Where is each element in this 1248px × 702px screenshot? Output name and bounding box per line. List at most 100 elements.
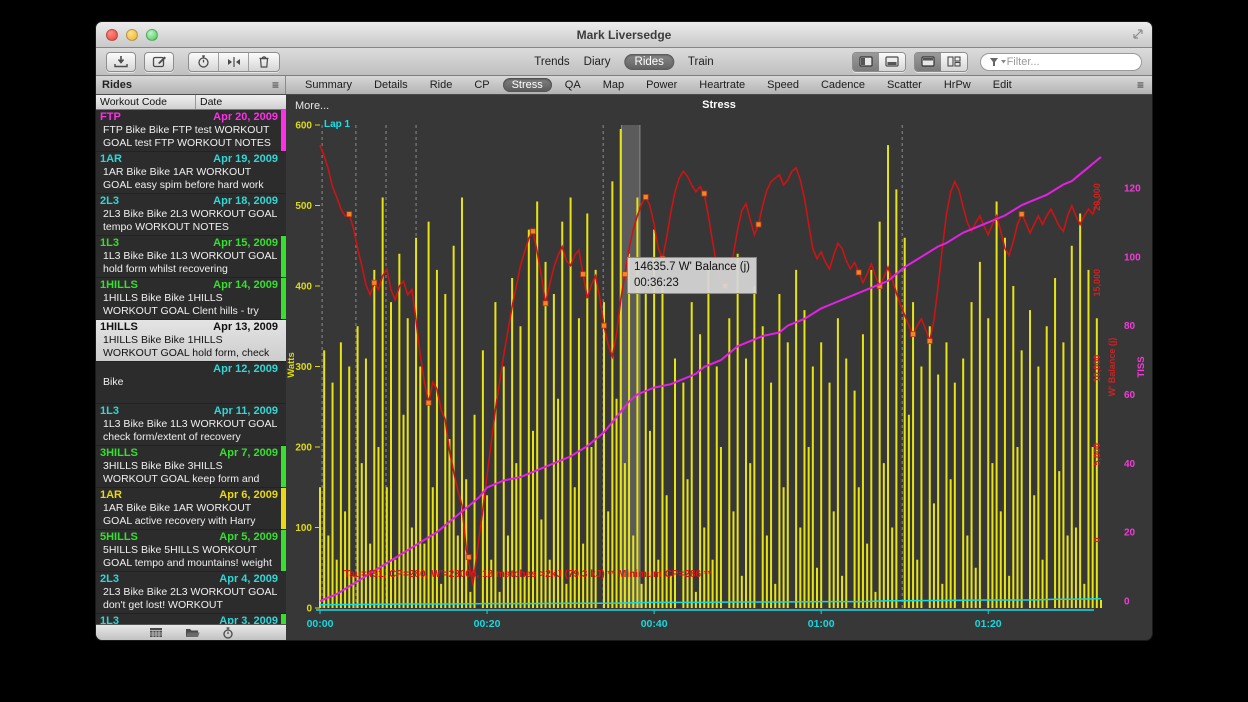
split-ride-button[interactable] bbox=[219, 53, 249, 71]
ride-description: 1HILLS Bike Bike 1HILLS WORKOUT GOAL Cle… bbox=[100, 292, 278, 318]
delete-ride-button[interactable] bbox=[249, 53, 279, 71]
ride-description: FTP Bike Bike FTP test WORKOUT GOAL test… bbox=[100, 124, 278, 150]
svg-text:01:20: 01:20 bbox=[975, 618, 1002, 630]
fullscreen-icon[interactable] bbox=[1132, 28, 1144, 40]
workout-code: 1AR bbox=[100, 153, 122, 166]
chart-tab-speed[interactable]: Speed bbox=[758, 78, 808, 92]
intervals-button[interactable] bbox=[189, 53, 219, 71]
svg-text:100: 100 bbox=[295, 523, 312, 534]
interval-stopwatch-icon[interactable] bbox=[222, 627, 234, 639]
chart-tab-heartrate[interactable]: Heartrate bbox=[690, 78, 754, 92]
chart-tab-cadence[interactable]: Cadence bbox=[812, 78, 874, 92]
ride-row[interactable]: 1ARApr 6, 20091AR Bike Bike 1AR WORKOUT … bbox=[96, 488, 286, 530]
sidebar-toolbar bbox=[96, 624, 286, 640]
chart-tab-hrpw[interactable]: HrPw bbox=[935, 78, 980, 92]
ride-row[interactable]: Apr 12, 2009Bike bbox=[96, 362, 286, 404]
tools-button-group bbox=[188, 52, 280, 72]
right-controls bbox=[852, 52, 1142, 72]
workout-code: FTP bbox=[100, 111, 121, 124]
svg-text:Watts: Watts bbox=[286, 352, 297, 378]
chart-menu-icon[interactable]: ≡ bbox=[1129, 78, 1152, 92]
ride-row[interactable]: 1L3Apr 15, 20091L3 Bike Bike 1L3 WORKOUT… bbox=[96, 236, 286, 278]
ride-description: 2L3 Bike Bike 2L3 WORKOUT GOAL tempo WOR… bbox=[100, 208, 278, 234]
ride-row[interactable]: 3HILLSApr 7, 20093HILLS Bike Bike 3HILLS… bbox=[96, 446, 286, 488]
stopwatch-icon bbox=[197, 55, 210, 68]
stress-chart[interactable]: 0100200300400500600Watts05,00010,00015,0… bbox=[286, 95, 1152, 640]
tiled-windows-icon bbox=[947, 56, 961, 67]
chart-title: Stress bbox=[286, 99, 1152, 111]
app-window: Mark Liversedge TrendsDiaryRidesTrain bbox=[96, 22, 1152, 640]
chart-tab-scatter[interactable]: Scatter bbox=[878, 78, 931, 92]
ride-date: Apr 11, 2009 bbox=[214, 405, 278, 418]
chart-tab-ride[interactable]: Ride bbox=[421, 78, 462, 92]
ride-description: 3HILLS Bike Bike 3HILLS WORKOUT GOAL kee… bbox=[100, 460, 278, 486]
svg-text:20: 20 bbox=[1124, 528, 1136, 539]
download-button[interactable] bbox=[106, 52, 136, 72]
folder-icon[interactable] bbox=[185, 627, 200, 638]
list-column-header: Workout Code Date bbox=[96, 95, 286, 110]
view-tab-diary[interactable]: Diary bbox=[584, 56, 611, 68]
ride-date: Apr 3, 2009 bbox=[219, 615, 278, 624]
view-tab-train[interactable]: Train bbox=[688, 56, 714, 68]
ride-row[interactable]: 1L3 Apr 3, 2009 bbox=[96, 614, 286, 624]
chart-tab-power[interactable]: Power bbox=[637, 78, 686, 92]
workout-code: 2L3 bbox=[100, 195, 119, 208]
ride-description: 5HILLS Bike 5HILLS WORKOUT GOAL tempo an… bbox=[100, 544, 278, 570]
ride-description: 1L3 Bike Bike 1L3 WORKOUT GOAL check for… bbox=[100, 418, 278, 444]
workout-code: 1HILLS bbox=[100, 279, 138, 292]
filter-field[interactable] bbox=[980, 53, 1142, 71]
sidebar-menu-icon[interactable]: ≡ bbox=[272, 78, 279, 92]
minimize-window-button[interactable] bbox=[126, 29, 138, 41]
calendar-icon[interactable] bbox=[149, 627, 163, 638]
chart-tab-map[interactable]: Map bbox=[594, 78, 633, 92]
ride-row[interactable]: 2L3Apr 18, 20092L3 Bike Bike 2L3 WORKOUT… bbox=[96, 194, 286, 236]
ride-date: Apr 6, 2009 bbox=[219, 489, 278, 502]
ride-row[interactable]: 1HILLS Apr 14, 20091HILLS Bike Bike 1HILL… bbox=[96, 278, 286, 320]
svg-text:80: 80 bbox=[1124, 321, 1136, 332]
view-tab-trends[interactable]: Trends bbox=[534, 56, 569, 68]
ride-row[interactable]: FTPApr 20, 2009FTP Bike Bike FTP test WO… bbox=[96, 110, 286, 152]
single-view-button[interactable] bbox=[915, 53, 941, 71]
filter-input[interactable] bbox=[1007, 56, 1133, 68]
ride-row[interactable]: 5HILLSApr 5, 20095HILLS Bike 5HILLS WORK… bbox=[96, 530, 286, 572]
svg-text:0: 0 bbox=[1124, 597, 1130, 608]
close-window-button[interactable] bbox=[106, 29, 118, 41]
tiled-view-button[interactable] bbox=[941, 53, 967, 71]
split-arrows-icon bbox=[227, 56, 241, 68]
column-workout-code[interactable]: Workout Code bbox=[96, 95, 196, 109]
chart-tab-details[interactable]: Details bbox=[365, 78, 417, 92]
svg-text:10,000: 10,000 bbox=[1092, 355, 1102, 383]
ride-description: Bike bbox=[100, 376, 278, 402]
workout-code: 1L3 bbox=[100, 615, 119, 624]
ride-description: 1HILLS Bike Bike 1HILLS WORKOUT GOAL hol… bbox=[100, 334, 278, 360]
ride-row[interactable]: 1ARApr 19, 20091AR Bike Bike 1AR WORKOUT… bbox=[96, 152, 286, 194]
chart-tab-cp[interactable]: CP bbox=[465, 78, 498, 92]
svg-text:15,000: 15,000 bbox=[1092, 269, 1102, 297]
svg-text:300: 300 bbox=[295, 362, 312, 373]
column-date[interactable]: Date bbox=[196, 95, 286, 109]
chart-tab-summary[interactable]: Summary bbox=[296, 78, 361, 92]
workout-code: 2L3 bbox=[100, 573, 119, 586]
ride-date: Apr 14, 2009 bbox=[213, 279, 278, 292]
svg-text:400: 400 bbox=[295, 282, 312, 293]
zoom-window-button[interactable] bbox=[146, 29, 158, 41]
ride-date: Apr 13, 2009 bbox=[213, 321, 278, 334]
toggle-sidebar-button[interactable] bbox=[853, 53, 879, 71]
view-tab-rides[interactable]: Rides bbox=[625, 54, 674, 70]
svg-text:00:00: 00:00 bbox=[307, 618, 334, 630]
ride-description: 1AR Bike Bike 1AR WORKOUT GOAL easy spim… bbox=[100, 166, 278, 192]
toggle-bottombar-button[interactable] bbox=[879, 53, 905, 71]
compose-button[interactable] bbox=[144, 52, 174, 72]
svg-text:120: 120 bbox=[1124, 183, 1141, 194]
ride-row[interactable]: 1HILLSApr 13, 20091HILLS Bike Bike 1HILL… bbox=[96, 320, 286, 362]
sub-strip: Rides ≡ Summary Details RideCP Stress QA Map P… bbox=[96, 76, 1152, 95]
chart-tab-edit[interactable]: Edit bbox=[984, 78, 1021, 92]
svg-text:0: 0 bbox=[1092, 537, 1102, 542]
ride-row[interactable]: 1L3Apr 11, 20091L3 Bike Bike 1L3 WORKOUT… bbox=[96, 404, 286, 446]
ride-row[interactable]: 2L3Apr 4, 20092L3 Bike Bike 2L3 WORKOUT … bbox=[96, 572, 286, 614]
chart-tab-stress[interactable]: Stress bbox=[503, 78, 552, 92]
chart-tab-qa[interactable]: QA bbox=[556, 78, 590, 92]
svg-text:00:20: 00:20 bbox=[474, 618, 501, 630]
sidebar-title: Rides bbox=[102, 79, 272, 91]
svg-text:60: 60 bbox=[1124, 390, 1136, 401]
